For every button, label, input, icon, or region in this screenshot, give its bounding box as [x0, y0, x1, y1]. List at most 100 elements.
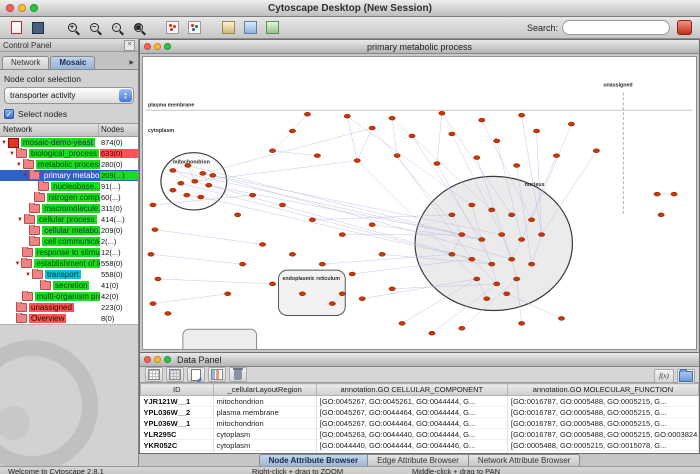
network-node[interactable]: [170, 188, 176, 192]
column-header[interactable]: ID: [141, 384, 214, 396]
delete-attribute-icon[interactable]: [229, 367, 247, 382]
network-node[interactable]: [494, 282, 500, 286]
first-neighbors-icon[interactable]: [162, 19, 182, 36]
network-node[interactable]: [155, 277, 161, 281]
column-header[interactable]: _cellularLayoutRegion: [213, 384, 316, 396]
expand-triangle-icon[interactable]: ▼: [24, 272, 32, 278]
tab-edge-attribute-browser[interactable]: Edge Attribute Browser: [368, 454, 469, 467]
network-window-titlebar[interactable]: primary metabolic process: [140, 40, 699, 54]
tree-item[interactable]: ▼cellular process414(...): [0, 214, 138, 225]
network-node[interactable]: [339, 292, 345, 296]
data-panel-close-button[interactable]: [144, 356, 151, 363]
network-column-header[interactable]: Network: [0, 124, 99, 136]
network-node[interactable]: [489, 262, 495, 266]
tab-node-attribute-browser[interactable]: Node Attribute Browser: [259, 454, 369, 467]
network-node[interactable]: [234, 213, 240, 217]
tree-item[interactable]: multi-organism pro...42(0): [0, 291, 138, 302]
network-node[interactable]: [528, 262, 534, 266]
data-panel-zoom-button[interactable]: [164, 356, 171, 363]
network-node[interactable]: [503, 292, 509, 296]
network-canvas[interactable]: plasma membranecytoplasmmitochondrionnuc…: [142, 56, 697, 350]
network-node[interactable]: [369, 223, 375, 227]
nodes-column-header[interactable]: Nodes: [99, 124, 138, 136]
network-node[interactable]: [553, 154, 559, 158]
network-node[interactable]: [474, 277, 480, 281]
expand-triangle-icon[interactable]: ▼: [16, 217, 24, 223]
import-network-icon[interactable]: [6, 19, 26, 36]
new-attribute-icon[interactable]: [187, 367, 205, 382]
network-node[interactable]: [499, 233, 505, 237]
network-node[interactable]: [170, 168, 176, 172]
expand-triangle-icon[interactable]: ▼: [21, 173, 29, 179]
dropdown-stepper-icon[interactable]: [119, 89, 132, 102]
network-node[interactable]: [299, 292, 305, 296]
network-node[interactable]: [150, 203, 156, 207]
network-node[interactable]: [439, 111, 445, 115]
table-row[interactable]: YKR052Ccytoplasm[GO:0044440, GO:0044444,…: [141, 440, 699, 451]
network-node[interactable]: [658, 213, 664, 217]
network-minimize-button[interactable]: [154, 43, 161, 50]
network-node[interactable]: [279, 203, 285, 207]
network-node[interactable]: [434, 162, 440, 166]
network-node[interactable]: [329, 302, 335, 306]
select-attributes-icon[interactable]: [145, 367, 163, 382]
zoom-window-button[interactable]: [30, 4, 38, 12]
tree-item[interactable]: ▼establishment of lo...558(0): [0, 258, 138, 269]
network-node[interactable]: [449, 213, 455, 217]
tab-network-attribute-browser[interactable]: Network Attribute Browser: [469, 454, 580, 467]
network-node[interactable]: [558, 316, 564, 320]
search-input[interactable]: [562, 20, 670, 35]
tree-item[interactable]: secretion41(0): [0, 280, 138, 291]
network-node[interactable]: [449, 132, 455, 136]
tree-item[interactable]: cellular metabo...209(0): [0, 225, 138, 236]
network-node[interactable]: [269, 149, 275, 153]
tree-item[interactable]: ▼biological_process633(0): [0, 148, 138, 159]
network-node[interactable]: [359, 297, 365, 301]
network-node[interactable]: [508, 213, 514, 217]
unselect-attributes-icon[interactable]: [166, 367, 184, 382]
network-node[interactable]: [513, 277, 519, 281]
network-node[interactable]: [538, 233, 544, 237]
network-node[interactable]: [518, 113, 524, 117]
network-node[interactable]: [469, 203, 475, 207]
table-row[interactable]: YDR039C__1mitochondrion[GO:0044440, GO:0…: [141, 451, 699, 454]
network-node[interactable]: [518, 321, 524, 325]
network-node[interactable]: [654, 192, 660, 196]
network-node[interactable]: [459, 233, 465, 237]
network-node[interactable]: [259, 242, 265, 246]
select-nodes-checkbox[interactable]: [4, 109, 14, 119]
network-node[interactable]: [394, 154, 400, 158]
zoom-in-icon[interactable]: +: [62, 19, 82, 36]
network-node[interactable]: [289, 129, 295, 133]
network-node[interactable]: [269, 282, 275, 286]
zoom-out-icon[interactable]: −: [84, 19, 104, 36]
network-node[interactable]: [508, 257, 514, 261]
column-header[interactable]: annotation.GO CELLULAR_COMPONENT: [316, 384, 507, 396]
network-node[interactable]: [489, 208, 495, 212]
expand-triangle-icon[interactable]: ▼: [0, 140, 8, 146]
search-options-icon[interactable]: [674, 19, 694, 36]
expand-triangle-icon[interactable]: ▼: [15, 162, 23, 168]
tree-item[interactable]: ▼primary metabo...209(...): [0, 170, 138, 181]
network-node[interactable]: [200, 171, 206, 175]
network-node[interactable]: [429, 331, 435, 335]
network-node[interactable]: [399, 321, 405, 325]
tree-item[interactable]: ▼metabolic process280(0): [0, 159, 138, 170]
network-node[interactable]: [289, 252, 295, 256]
network-node[interactable]: [314, 154, 320, 158]
network-node[interactable]: [225, 292, 231, 296]
network-node[interactable]: [593, 149, 599, 153]
network-node[interactable]: [568, 122, 574, 126]
tree-item[interactable]: ▼mosaic-demo-yeast874(0): [0, 137, 138, 148]
network-node[interactable]: [150, 302, 156, 306]
vizmapper-icon[interactable]: [240, 19, 260, 36]
network-node[interactable]: [198, 195, 204, 199]
window-titlebar[interactable]: Cytoscape Desktop (New Session): [0, 0, 700, 17]
network-node[interactable]: [152, 228, 158, 232]
network-node[interactable]: [469, 257, 475, 261]
network-node[interactable]: [148, 252, 154, 256]
tree-item[interactable]: response to stimul...12(...): [0, 247, 138, 258]
tree-item[interactable]: macromolecule...311(0): [0, 203, 138, 214]
network-node[interactable]: [249, 193, 255, 197]
network-node[interactable]: [533, 129, 539, 133]
